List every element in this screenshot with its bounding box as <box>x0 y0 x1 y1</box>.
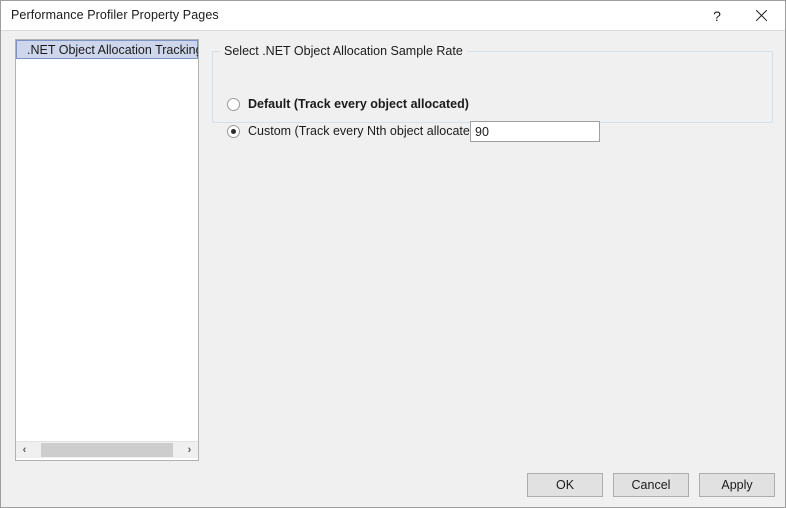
radio-option-custom[interactable]: Custom (Track every Nth object allocated… <box>227 124 484 138</box>
nth-object-sample-rate-input[interactable] <box>470 121 600 142</box>
dialog-body: .NET Object Allocation Tracking ‹ › Sele… <box>1 31 785 507</box>
close-icon <box>754 9 768 23</box>
help-button[interactable]: ? <box>695 1 739 30</box>
cancel-button[interactable]: Cancel <box>613 473 689 497</box>
radio-option-default[interactable]: Default (Track every object allocated) <box>227 97 469 111</box>
property-page-list[interactable]: .NET Object Allocation Tracking <box>15 39 199 461</box>
help-question-icon: ? <box>713 7 721 24</box>
scroll-right-arrow-icon[interactable]: › <box>181 442 198 458</box>
list-item-net-object-allocation-tracking[interactable]: .NET Object Allocation Tracking <box>16 40 198 59</box>
scroll-left-arrow-icon[interactable]: ‹ <box>16 442 33 458</box>
page-list-horizontal-scrollbar[interactable]: ‹ › <box>16 441 198 458</box>
apply-button[interactable]: Apply <box>699 473 775 497</box>
radio-default-indicator[interactable] <box>227 97 240 111</box>
scrollbar-thumb[interactable] <box>41 443 173 457</box>
sample-rate-groupbox <box>212 51 773 123</box>
radio-default-label: Default (Track every object allocated) <box>248 97 469 111</box>
window-title: Performance Profiler Property Pages <box>11 8 219 22</box>
close-button[interactable] <box>739 1 783 30</box>
title-bar: Performance Profiler Property Pages ? <box>1 1 785 31</box>
sample-rate-groupbox-label: Select .NET Object Allocation Sample Rat… <box>220 44 467 58</box>
ok-button[interactable]: OK <box>527 473 603 497</box>
list-item-label: .NET Object Allocation Tracking <box>27 42 199 57</box>
radio-custom-label: Custom (Track every Nth object allocated… <box>248 124 485 138</box>
radio-custom-indicator[interactable] <box>227 124 240 138</box>
property-pages-dialog: Performance Profiler Property Pages ? .N… <box>0 0 786 508</box>
